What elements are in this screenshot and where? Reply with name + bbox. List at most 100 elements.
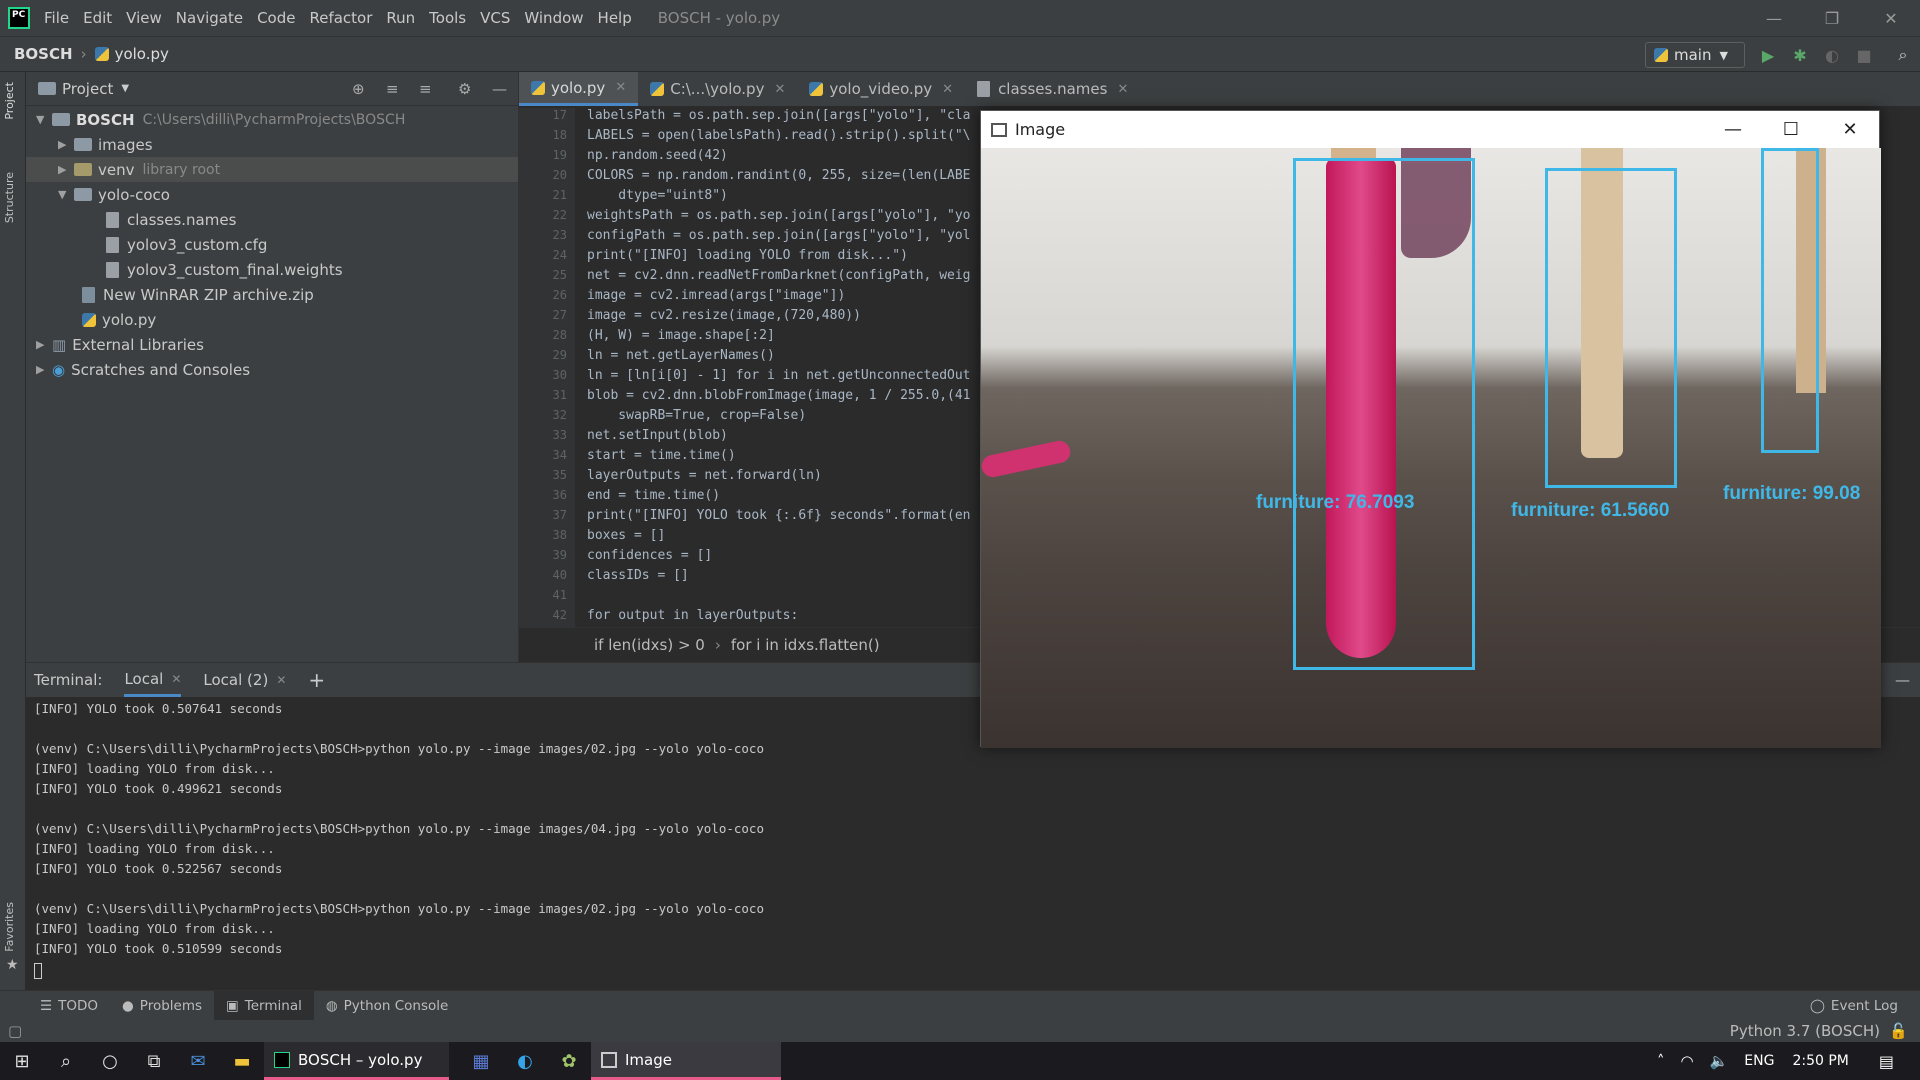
tree-item-venv[interactable]: ▶ venv library root	[26, 157, 518, 182]
terminal-line: [INFO] YOLO took 0.510599 seconds	[34, 941, 283, 956]
menu-refactor[interactable]: Refactor	[309, 9, 372, 27]
terminal-tab-local[interactable]: Local ✕	[124, 663, 182, 697]
tab-yolo-py-other[interactable]: C:\...\yolo.py ✕	[638, 72, 797, 106]
gear-icon[interactable]: ⚙	[458, 80, 471, 98]
tab-label: Local (2)	[203, 671, 269, 689]
structure-tool-tab[interactable]: Structure	[3, 172, 16, 223]
tree-item-images[interactable]: ▶ images	[26, 132, 518, 157]
hide-panel-icon[interactable]: —	[492, 80, 507, 98]
project-tool-tab[interactable]: Project	[3, 82, 16, 120]
tree-item-yolo-py[interactable]: yolo.py	[26, 307, 518, 332]
tree-item-yolo-coco[interactable]: ▼ yolo-coco	[26, 182, 518, 207]
tab-classes-names[interactable]: classes.names ✕	[965, 72, 1140, 106]
tree-item-external-libraries[interactable]: ▶ ▥ External Libraries	[26, 332, 518, 357]
stop-icon[interactable]: ■	[1851, 42, 1877, 68]
minimize-icon[interactable]: —	[1704, 111, 1762, 148]
chevron-down-icon[interactable]: ▼	[121, 83, 129, 94]
menu-window[interactable]: Window	[524, 9, 583, 27]
taskbar-app-pycharm[interactable]: BOSCH – yolo.py	[264, 1042, 449, 1080]
close-tab-icon[interactable]: ✕	[774, 82, 785, 97]
tree-item-scratches[interactable]: ▶ ◉ Scratches and Consoles	[26, 357, 518, 382]
breadcrumb-project[interactable]: BOSCH	[14, 45, 73, 63]
event-log-tab[interactable]: ◯ Event Log	[1798, 991, 1910, 1021]
file-icon	[977, 81, 991, 97]
image-window[interactable]: Image — ☐ ✕ furniture: 76.7093 furniture…	[980, 110, 1881, 748]
tab-yolo-video[interactable]: yolo_video.py ✕	[797, 72, 965, 106]
interpreter-status[interactable]: Python 3.7 (BOSCH)	[1730, 1022, 1880, 1040]
panel-toggle-icon[interactable]: ▢	[8, 1022, 22, 1040]
tab-label: C:\...\yolo.py	[670, 80, 765, 98]
terminal-tab[interactable]: ▣ Terminal	[214, 990, 314, 1021]
collapse-all-icon[interactable]: ≡	[419, 80, 432, 98]
volume-icon[interactable]: 🔈	[1710, 1052, 1729, 1070]
menu-code[interactable]: Code	[257, 9, 295, 27]
clock[interactable]: 2:50 PM	[1792, 1053, 1848, 1069]
menu-run[interactable]: Run	[386, 9, 415, 27]
chevron-up-icon[interactable]: ˄	[1657, 1052, 1665, 1070]
menu-navigate[interactable]: Navigate	[176, 9, 243, 27]
close-tab-icon[interactable]: ✕	[171, 672, 181, 686]
python-console-tab[interactable]: ◍ Python Console	[314, 991, 460, 1021]
scroll-marker-strip[interactable]	[1894, 108, 1920, 628]
tree-item-weights[interactable]: yolov3_custom_final.weights	[26, 257, 518, 282]
close-tab-icon[interactable]: ✕	[276, 673, 286, 687]
locate-icon[interactable]: ⊕	[352, 80, 365, 98]
pink-object	[981, 438, 1073, 480]
tree-item-bosch[interactable]: ▼ BOSCH C:\Users\dilli\PycharmProjects\B…	[26, 107, 518, 132]
tree-item-classes-names[interactable]: classes.names	[26, 207, 518, 232]
python-idle-icon[interactable]: ✿	[547, 1042, 591, 1080]
minimize-icon[interactable]: —	[1745, 0, 1803, 36]
close-icon[interactable]: ✕	[1821, 111, 1879, 148]
favorites-tool-tab[interactable]: Favorites	[3, 902, 16, 952]
project-panel-title[interactable]: Project	[62, 80, 113, 98]
wifi-icon[interactable]: ◠	[1681, 1052, 1694, 1070]
menu-file[interactable]: File	[44, 9, 69, 27]
close-tab-icon[interactable]: ✕	[942, 82, 953, 97]
menu-view[interactable]: View	[126, 9, 162, 27]
add-terminal-button[interactable]: +	[308, 663, 325, 697]
edge-icon[interactable]: ◐	[503, 1042, 547, 1080]
tree-item-zip[interactable]: New WinRAR ZIP archive.zip	[26, 282, 518, 307]
menu-vcs[interactable]: VCS	[480, 9, 510, 27]
tree-item-cfg[interactable]: yolov3_custom.cfg	[26, 232, 518, 257]
file-explorer-icon[interactable]: ▬	[220, 1042, 264, 1080]
navigation-bar: BOSCH › yolo.py main ▼ ▶ ✱ ◐ ■ ⌕	[0, 36, 1920, 72]
terminal-tab-local-2[interactable]: Local (2) ✕	[203, 663, 286, 697]
menu-edit[interactable]: Edit	[83, 9, 112, 27]
code-line: print("[INFO] YOLO took {:.6f} seconds".…	[587, 508, 971, 523]
menu-tools[interactable]: Tools	[429, 9, 466, 27]
tab-yolo-py[interactable]: yolo.py ✕	[519, 72, 639, 106]
notifications-icon[interactable]: ▤	[1879, 1052, 1894, 1071]
calculator-icon[interactable]: ▦	[459, 1042, 503, 1080]
run-icon[interactable]: ▶	[1755, 42, 1781, 68]
coverage-icon[interactable]: ◐	[1819, 42, 1845, 68]
hide-panel-icon[interactable]: —	[1895, 671, 1910, 689]
windows-start-icon[interactable]: ⊞	[0, 1042, 44, 1080]
cortana-icon[interactable]: ○	[88, 1042, 132, 1080]
task-view-icon[interactable]: ⧉	[132, 1042, 176, 1080]
restore-icon[interactable]: ❐	[1803, 0, 1861, 36]
close-tab-icon[interactable]: ✕	[615, 80, 626, 95]
expand-all-icon[interactable]: ≡	[386, 80, 399, 98]
code-line: boxes = []	[587, 528, 666, 543]
search-icon[interactable]: ⌕	[44, 1042, 88, 1080]
mail-icon[interactable]: ✉	[176, 1042, 220, 1080]
close-tab-icon[interactable]: ✕	[1117, 82, 1128, 97]
code-line: configPath = os.path.sep.join([args["yol…	[587, 228, 971, 243]
breadcrumb-file[interactable]: yolo.py	[115, 45, 169, 63]
breadcrumb-item[interactable]: for i in idxs.flatten()	[731, 636, 880, 654]
breadcrumb-item[interactable]: if len(idxs) > 0	[594, 636, 705, 654]
taskbar-app-image[interactable]: Image	[591, 1042, 781, 1080]
language-indicator[interactable]: ENG	[1744, 1053, 1774, 1069]
maximize-icon[interactable]: ☐	[1762, 111, 1820, 148]
star-icon[interactable]: ★	[6, 957, 19, 973]
image-window-titlebar[interactable]: Image — ☐ ✕	[981, 111, 1879, 148]
problems-tab[interactable]: ● Problems	[110, 991, 214, 1021]
close-icon[interactable]: ✕	[1862, 0, 1920, 36]
lock-icon[interactable]: 🔓	[1889, 1022, 1908, 1040]
debug-icon[interactable]: ✱	[1787, 42, 1813, 68]
run-configuration-select[interactable]: main ▼	[1645, 42, 1745, 68]
menu-help[interactable]: Help	[598, 9, 632, 27]
todo-tab[interactable]: ☰ TODO	[28, 991, 110, 1021]
search-icon[interactable]: ⌕	[1890, 42, 1916, 68]
